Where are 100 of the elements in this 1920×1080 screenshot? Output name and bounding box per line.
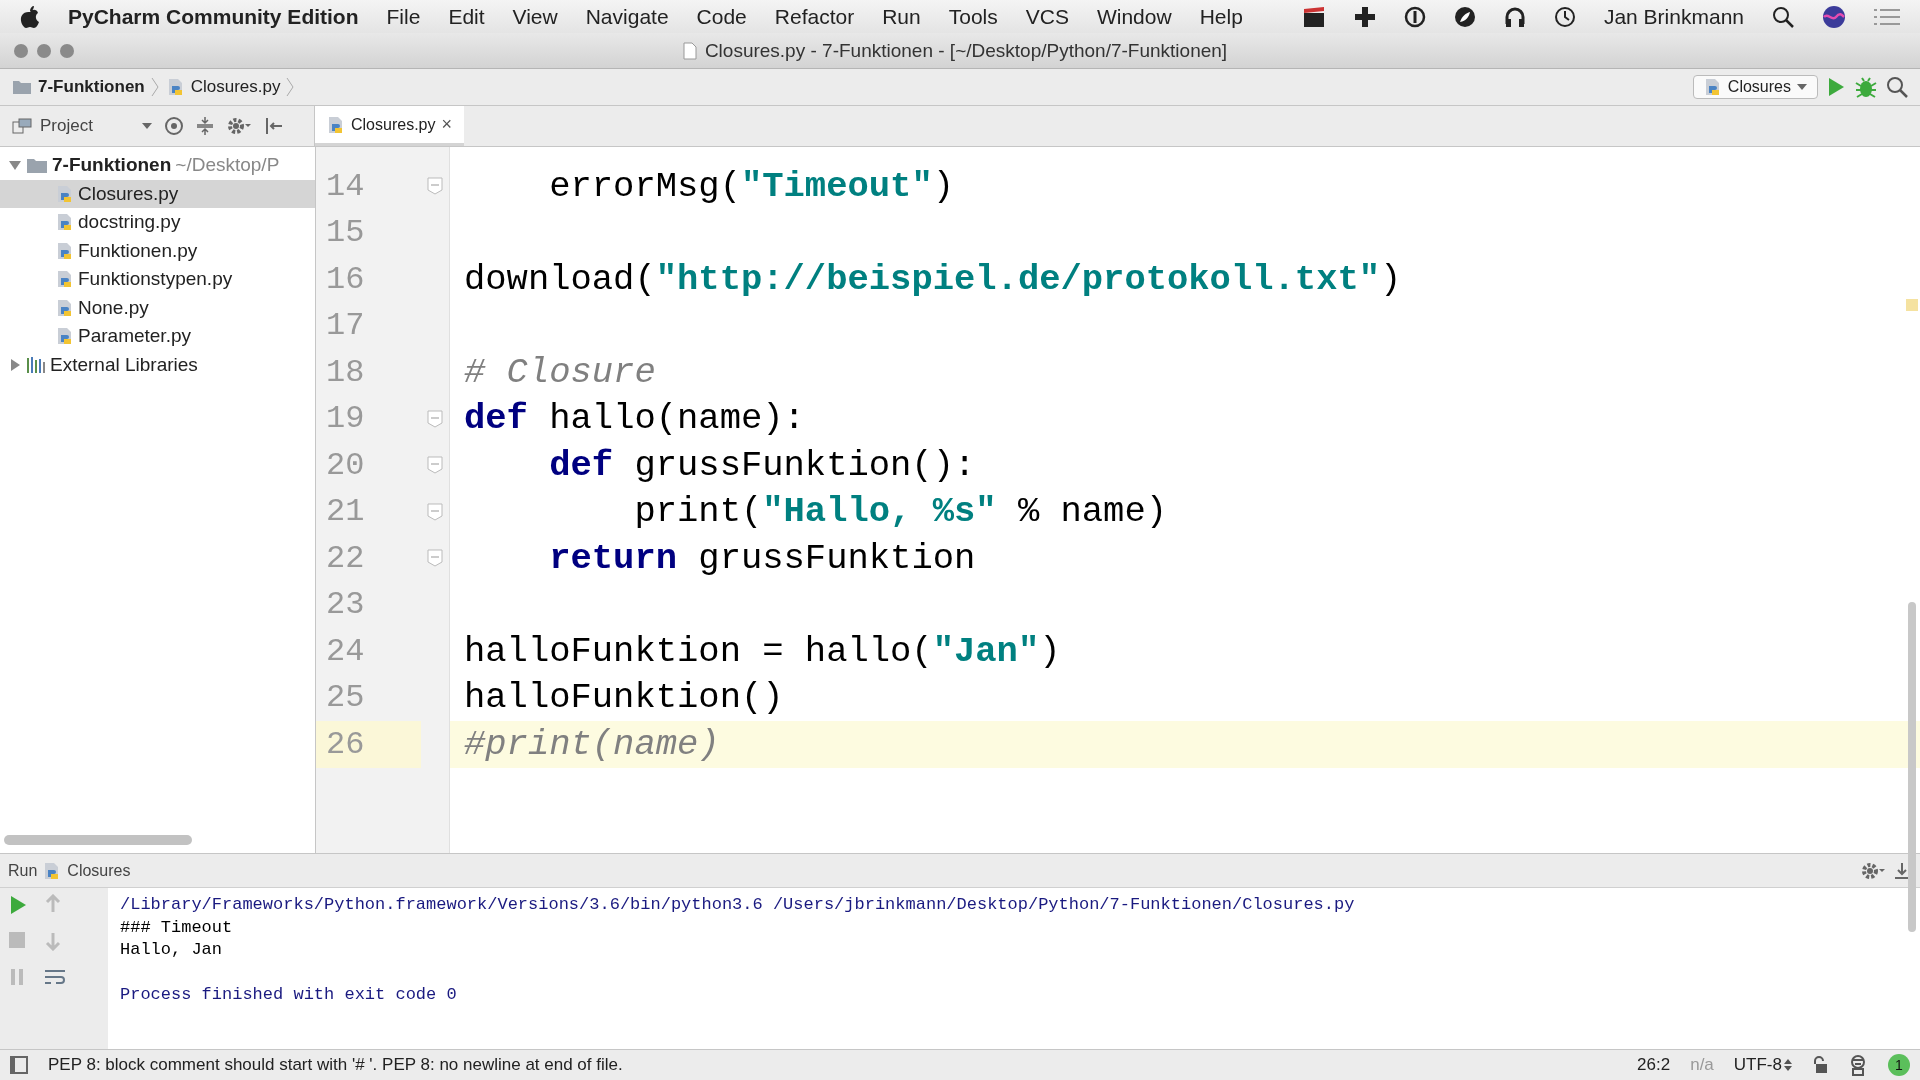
python-file-icon xyxy=(1703,78,1722,96)
notification-badge[interactable]: 1 xyxy=(1888,1054,1910,1076)
run-icon[interactable] xyxy=(8,894,28,916)
code-line: def hallo(name): xyxy=(463,398,805,440)
panel-toggle-icon[interactable] xyxy=(10,1056,28,1074)
line-number: 16 xyxy=(326,260,365,298)
breadcrumb[interactable]: 7-Funktionen xyxy=(38,77,145,97)
line-number: 23 xyxy=(326,586,365,624)
python-file-icon xyxy=(56,270,74,289)
code-line: halloFunktion = hallo("Jan") xyxy=(463,630,1061,672)
run-config-name[interactable]: Closures xyxy=(67,861,131,880)
line-number: 21 xyxy=(326,493,365,531)
console-line: /Library/Frameworks/Python.framework/Versions/3.6/bin/python3.6 /Users/jbrinkmann/Desktop/Python/7-Funktionen/Closures.py xyxy=(120,894,1355,916)
console-line: Process finished with exit code 0 xyxy=(120,984,458,1006)
scrollbar[interactable] xyxy=(4,835,192,845)
menu-item[interactable]: Edit xyxy=(448,4,485,29)
fold-marker-icon[interactable] xyxy=(427,502,443,521)
close-window-button[interactable] xyxy=(14,43,28,58)
bug-icon[interactable] xyxy=(1854,75,1878,99)
code-line: return grussFunktion xyxy=(548,537,976,579)
folder-icon xyxy=(12,79,32,95)
tree-item[interactable]: Parameter.py xyxy=(0,322,315,351)
clock-icon[interactable] xyxy=(1553,5,1576,28)
scrollbar[interactable] xyxy=(1908,602,1916,932)
user-name[interactable]: Jan Brinkmann xyxy=(1603,4,1744,29)
code-line: print("Hallo, %s" % name) xyxy=(633,491,1168,533)
window-title: Closures.py - 7-Funktionen - [~/Desktop/Python/7-Funktionen] xyxy=(704,39,1228,62)
minimize-window-button[interactable] xyxy=(37,43,51,58)
menu-item[interactable]: Refactor xyxy=(774,4,855,29)
library-icon xyxy=(26,355,46,374)
app-name[interactable]: PyCharm Community Edition xyxy=(68,4,359,29)
fold-marker-icon[interactable] xyxy=(427,456,443,475)
menu-item[interactable]: Window xyxy=(1096,4,1172,29)
line-number: 20 xyxy=(326,446,365,484)
menu-item[interactable]: View xyxy=(512,4,558,29)
fold-marker-icon[interactable] xyxy=(427,409,443,428)
menu-item[interactable]: Help xyxy=(1199,4,1243,29)
line-number: 26 xyxy=(326,725,365,763)
plus-icon[interactable] xyxy=(1353,5,1376,28)
line-number: 17 xyxy=(326,307,365,345)
tree-item[interactable]: None.py xyxy=(0,293,315,322)
cursor-position[interactable]: 26:2 xyxy=(1637,1055,1671,1075)
lock-icon[interactable] xyxy=(1812,1056,1828,1074)
python-file-icon xyxy=(56,298,74,317)
info-icon[interactable] xyxy=(1403,5,1426,28)
menu-item[interactable]: Navigate xyxy=(585,4,669,29)
siri-icon[interactable] xyxy=(1822,4,1846,29)
python-file-icon xyxy=(327,115,345,134)
settings-icon[interactable] xyxy=(226,116,252,136)
up-down-arrows-icon xyxy=(1784,1058,1792,1072)
tree-item[interactable]: Funktionen.py xyxy=(0,236,315,265)
clapper-icon[interactable] xyxy=(1301,5,1326,28)
collapsed-arrow-icon[interactable] xyxy=(8,357,22,372)
list-icon[interactable] xyxy=(1874,6,1900,27)
collapse-icon[interactable] xyxy=(196,116,214,136)
line-number: 19 xyxy=(326,400,365,438)
menu-item[interactable]: File xyxy=(386,4,421,29)
target-icon[interactable] xyxy=(164,116,184,136)
line-number: 14 xyxy=(326,167,365,205)
tree-item[interactable]: Closures.py xyxy=(0,179,315,208)
project-view-dropdown[interactable]: Project xyxy=(12,116,152,136)
line-number: 15 xyxy=(326,214,365,252)
fold-marker-icon[interactable] xyxy=(427,177,443,196)
line-number: 22 xyxy=(326,539,365,577)
inspector-icon[interactable] xyxy=(1848,1054,1868,1076)
settings-icon[interactable] xyxy=(1860,860,1886,881)
tree-item[interactable]: External Libraries xyxy=(0,350,315,379)
hide-panel-icon[interactable] xyxy=(264,116,284,136)
line-number: 24 xyxy=(326,632,365,670)
python-file-icon xyxy=(56,184,74,203)
editor-tab[interactable]: Closures.py × xyxy=(315,106,464,146)
breadcrumb[interactable]: Closures.py xyxy=(190,77,281,97)
tree-item[interactable]: Funktionstypen.py xyxy=(0,265,315,294)
tree-item[interactable]: 7-Funktionen ~/Desktop/P xyxy=(0,151,315,180)
status-message: PEP 8: block comment should start with '# '. PEP 8: no newline at end of file. xyxy=(48,1055,623,1075)
search-icon[interactable] xyxy=(1886,76,1908,98)
tree-item[interactable]: docstring.py xyxy=(0,208,315,237)
fold-marker-icon[interactable] xyxy=(427,549,443,568)
warning-marker[interactable] xyxy=(1906,299,1918,311)
run-icon[interactable] xyxy=(1826,76,1846,98)
caret-icon xyxy=(1797,84,1807,90)
menu-item[interactable]: Run xyxy=(882,4,921,29)
panel-title[interactable]: Run xyxy=(8,861,38,880)
python-file-icon xyxy=(56,213,74,232)
menu-item[interactable]: Tools xyxy=(948,4,998,29)
menu-item[interactable]: Code xyxy=(696,4,747,29)
line-number: 18 xyxy=(326,353,365,391)
run-configuration-dropdown[interactable]: Closures xyxy=(1692,75,1818,99)
project-view-icon xyxy=(12,118,32,134)
leaf-icon[interactable] xyxy=(1453,5,1476,28)
headphones-icon[interactable] xyxy=(1503,5,1526,28)
zoom-window-button[interactable] xyxy=(60,43,74,58)
console-line: ### Timeout xyxy=(120,916,234,939)
search-icon[interactable] xyxy=(1772,5,1794,28)
code-line: # Closure xyxy=(463,351,656,393)
menu-item[interactable]: VCS xyxy=(1025,4,1069,29)
close-tab-button[interactable]: × xyxy=(441,114,452,135)
document-icon xyxy=(682,41,697,60)
apple-icon[interactable] xyxy=(20,5,40,28)
encoding-selector[interactable]: UTF-8 xyxy=(1733,1055,1792,1075)
